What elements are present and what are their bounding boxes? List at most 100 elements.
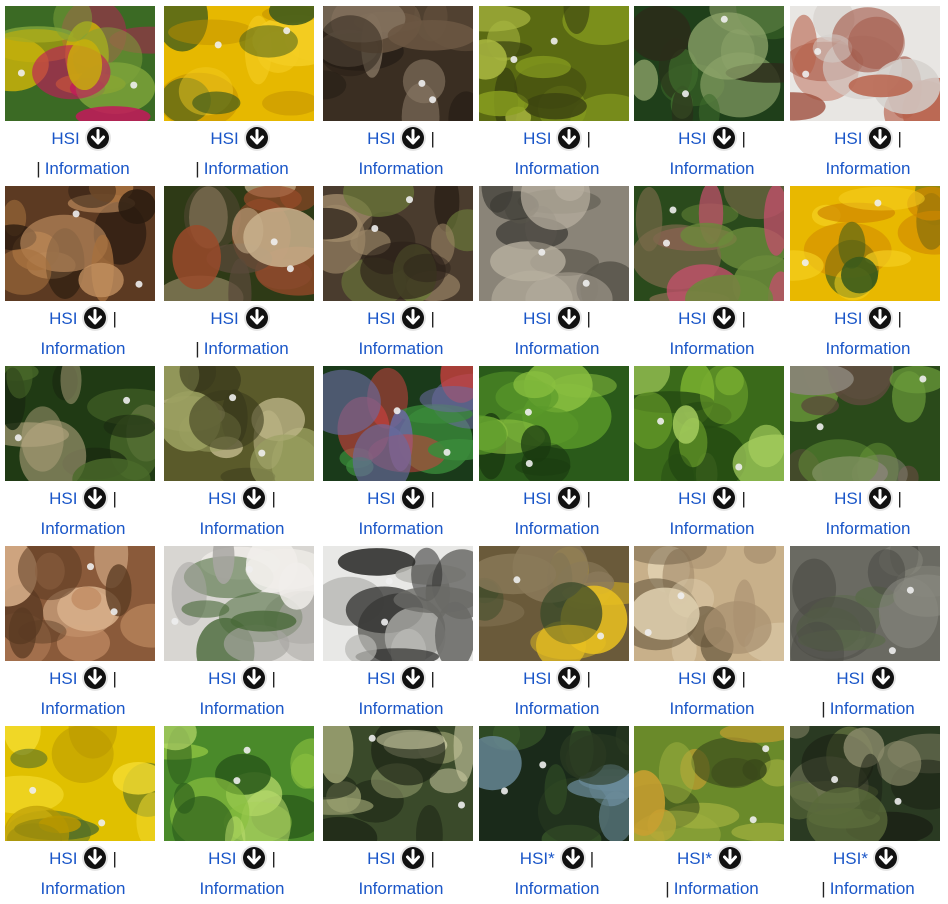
download-arrow-icon[interactable] <box>81 304 109 332</box>
information-link[interactable]: Information <box>674 879 759 898</box>
hsi-link[interactable]: HSI <box>367 129 395 148</box>
information-link[interactable]: Information <box>40 339 125 358</box>
hsi-link[interactable]: HSI <box>367 849 395 868</box>
hsi-link[interactable]: HSI <box>523 129 551 148</box>
download-arrow-icon[interactable] <box>240 664 268 692</box>
information-link[interactable]: Information <box>199 699 284 718</box>
hsi-link[interactable]: HSI <box>49 489 77 508</box>
information-link[interactable]: Information <box>669 699 754 718</box>
thumbnail-image[interactable] <box>164 186 314 301</box>
hsi-link[interactable]: HSI <box>210 309 238 328</box>
hsi-link[interactable]: HSI <box>678 489 706 508</box>
information-link[interactable]: Information <box>358 339 443 358</box>
information-link[interactable]: Information <box>514 879 599 898</box>
hsi-link[interactable]: HSI* <box>833 849 868 868</box>
download-arrow-icon[interactable] <box>559 844 587 872</box>
information-link[interactable]: Information <box>40 879 125 898</box>
information-link[interactable]: Information <box>40 519 125 538</box>
download-arrow-icon[interactable] <box>243 304 271 332</box>
thumbnail-image[interactable] <box>790 186 940 301</box>
information-link[interactable]: Information <box>199 879 284 898</box>
thumbnail-image[interactable] <box>790 366 940 481</box>
thumbnail-image[interactable] <box>323 366 473 481</box>
information-link[interactable]: Information <box>45 159 130 178</box>
download-arrow-icon[interactable] <box>240 484 268 512</box>
hsi-link[interactable]: HSI <box>210 129 238 148</box>
hsi-link[interactable]: HSI <box>49 849 77 868</box>
hsi-link[interactable]: HSI <box>678 129 706 148</box>
hsi-link[interactable]: HSI <box>523 669 551 688</box>
hsi-link[interactable]: HSI <box>834 129 862 148</box>
download-arrow-icon[interactable] <box>716 844 744 872</box>
information-link[interactable]: Information <box>669 519 754 538</box>
thumbnail-image[interactable] <box>790 6 940 121</box>
hsi-link[interactable]: HSI <box>678 309 706 328</box>
thumbnail-image[interactable] <box>323 726 473 841</box>
thumbnail-image[interactable] <box>790 546 940 661</box>
download-arrow-icon[interactable] <box>399 304 427 332</box>
thumbnail-image[interactable] <box>790 726 940 841</box>
download-arrow-icon[interactable] <box>710 124 738 152</box>
information-link[interactable]: Information <box>825 339 910 358</box>
download-arrow-icon[interactable] <box>81 844 109 872</box>
thumbnail-image[interactable] <box>323 546 473 661</box>
download-arrow-icon[interactable] <box>555 484 583 512</box>
hsi-link[interactable]: HSI <box>834 489 862 508</box>
hsi-link[interactable]: HSI <box>834 309 862 328</box>
hsi-link[interactable]: HSI <box>678 669 706 688</box>
information-link[interactable]: Information <box>669 159 754 178</box>
thumbnail-image[interactable] <box>164 366 314 481</box>
information-link[interactable]: Information <box>825 159 910 178</box>
download-arrow-icon[interactable] <box>866 484 894 512</box>
information-link[interactable]: Information <box>830 699 915 718</box>
download-arrow-icon[interactable] <box>399 844 427 872</box>
download-arrow-icon[interactable] <box>710 304 738 332</box>
thumbnail-image[interactable] <box>634 366 784 481</box>
thumbnail-image[interactable] <box>5 726 155 841</box>
thumbnail-image[interactable] <box>323 186 473 301</box>
hsi-link[interactable]: HSI <box>208 849 236 868</box>
hsi-link[interactable]: HSI <box>367 309 395 328</box>
download-arrow-icon[interactable] <box>866 124 894 152</box>
information-link[interactable]: Information <box>830 879 915 898</box>
thumbnail-image[interactable] <box>5 186 155 301</box>
hsi-link[interactable]: HSI <box>523 489 551 508</box>
thumbnail-image[interactable] <box>5 366 155 481</box>
thumbnail-image[interactable] <box>479 546 629 661</box>
hsi-link[interactable]: HSI <box>523 309 551 328</box>
thumbnail-image[interactable] <box>479 366 629 481</box>
thumbnail-image[interactable] <box>634 726 784 841</box>
thumbnail-image[interactable] <box>634 546 784 661</box>
hsi-link[interactable]: HSI <box>49 309 77 328</box>
information-link[interactable]: Information <box>514 339 599 358</box>
information-link[interactable]: Information <box>199 519 284 538</box>
information-link[interactable]: Information <box>358 879 443 898</box>
information-link[interactable]: Information <box>669 339 754 358</box>
hsi-link[interactable]: HSI <box>208 669 236 688</box>
hsi-link[interactable]: HSI <box>367 669 395 688</box>
thumbnail-image[interactable] <box>323 6 473 121</box>
thumbnail-image[interactable] <box>479 726 629 841</box>
download-arrow-icon[interactable] <box>555 124 583 152</box>
thumbnail-image[interactable] <box>479 186 629 301</box>
hsi-link[interactable]: HSI* <box>677 849 712 868</box>
download-arrow-icon[interactable] <box>710 664 738 692</box>
information-link[interactable]: Information <box>204 339 289 358</box>
download-arrow-icon[interactable] <box>84 124 112 152</box>
download-arrow-icon[interactable] <box>399 484 427 512</box>
hsi-link[interactable]: HSI <box>367 489 395 508</box>
thumbnail-image[interactable] <box>479 6 629 121</box>
thumbnail-image[interactable] <box>5 6 155 121</box>
thumbnail-image[interactable] <box>164 726 314 841</box>
information-link[interactable]: Information <box>825 519 910 538</box>
download-arrow-icon[interactable] <box>240 844 268 872</box>
thumbnail-image[interactable] <box>164 6 314 121</box>
download-arrow-icon[interactable] <box>555 304 583 332</box>
download-arrow-icon[interactable] <box>872 844 900 872</box>
download-arrow-icon[interactable] <box>866 304 894 332</box>
hsi-link[interactable]: HSI <box>49 669 77 688</box>
download-arrow-icon[interactable] <box>555 664 583 692</box>
information-link[interactable]: Information <box>358 519 443 538</box>
thumbnail-image[interactable] <box>5 546 155 661</box>
information-link[interactable]: Information <box>40 699 125 718</box>
